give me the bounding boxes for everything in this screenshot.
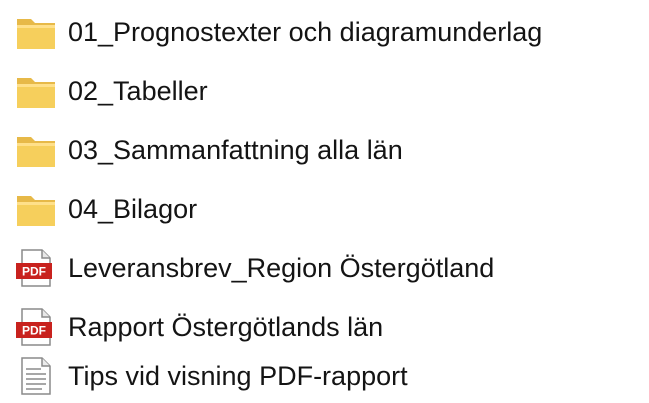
folder-icon [14, 128, 58, 172]
list-item-text-tips[interactable]: Tips vid visning PDF-rapport [14, 351, 644, 401]
item-name: Rapport Östergötlands län [68, 311, 384, 342]
folder-icon [14, 69, 58, 113]
list-item-folder-01[interactable]: 01_Prognostexter och diagramunderlag [14, 7, 644, 57]
item-name: 02_Tabeller [68, 75, 208, 106]
list-item-pdf-leveransbrev[interactable]: PDF Leveransbrev_Region Östergötland [14, 243, 644, 293]
pdf-badge: PDF [22, 265, 46, 279]
file-list: 01_Prognostexter och diagramunderlag 02_… [0, 0, 649, 403]
list-item-folder-03[interactable]: 03_Sammanfattning alla län [14, 125, 644, 175]
item-name: 01_Prognostexter och diagramunderlag [68, 16, 543, 47]
folder-icon [14, 187, 58, 231]
list-item-folder-02[interactable]: 02_Tabeller [14, 66, 644, 116]
pdf-icon: PDF [14, 246, 58, 290]
folder-icon [14, 10, 58, 54]
list-item-folder-04[interactable]: 04_Bilagor [14, 184, 644, 234]
item-name: 04_Bilagor [68, 193, 198, 224]
text-document-icon [14, 354, 58, 398]
pdf-icon: PDF [14, 305, 58, 349]
list-item-pdf-rapport[interactable]: PDF Rapport Östergötlands län [14, 302, 644, 352]
item-name: Leveransbrev_Region Östergötland [68, 252, 495, 283]
item-name: 03_Sammanfattning alla län [68, 134, 403, 165]
item-name: Tips vid visning PDF-rapport [68, 360, 408, 391]
pdf-badge: PDF [22, 324, 46, 338]
